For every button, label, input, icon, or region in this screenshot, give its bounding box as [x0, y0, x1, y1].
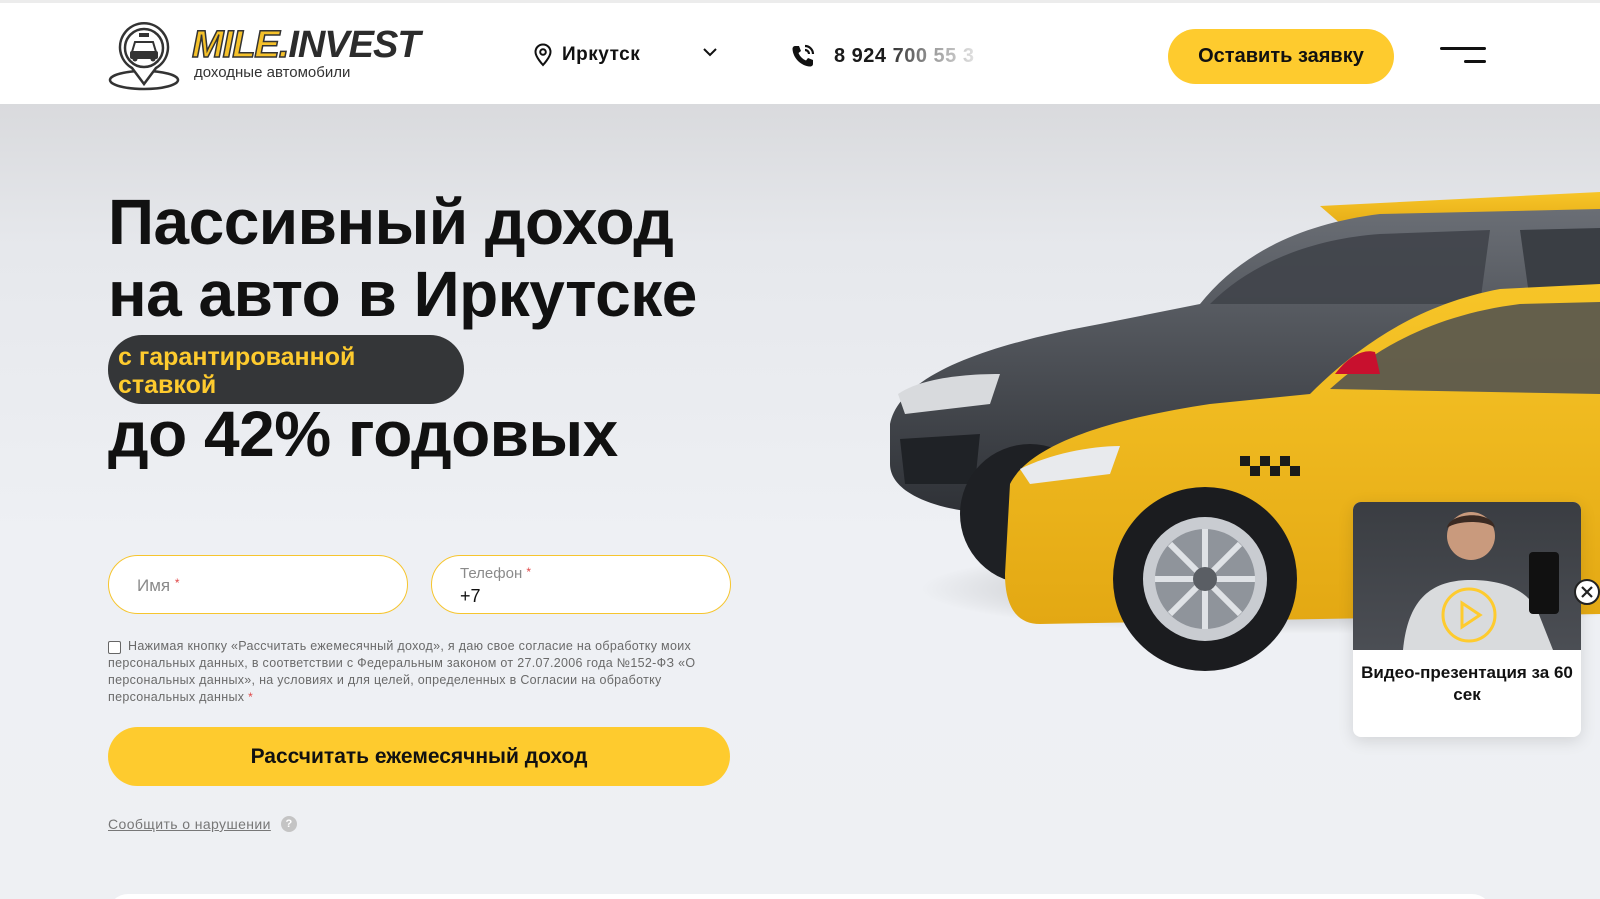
hero-title-line-1: Пассивный доход: [108, 186, 674, 258]
logo[interactable]: MILE.INVEST доходные автомобили: [108, 18, 468, 94]
video-caption: Видео-презентация за 60 сек: [1361, 663, 1573, 704]
next-section-edge: [108, 894, 1492, 899]
name-field[interactable]: Имя *: [108, 555, 408, 614]
city-selector[interactable]: Иркутск: [534, 43, 717, 67]
consent-checkbox[interactable]: [108, 641, 121, 654]
presenter-image: [1403, 512, 1559, 650]
phone-number: 8 924 700 55 3: [834, 44, 975, 67]
phone-link[interactable]: 8 924 700 55 3: [790, 43, 974, 69]
video-thumbnail: [1353, 502, 1581, 650]
help-icon[interactable]: ?: [280, 816, 297, 832]
close-icon[interactable]: [1574, 579, 1600, 605]
video-presentation-card[interactable]: Видео-презентация за 60 сек: [1353, 502, 1581, 737]
hero-title-line-2: на авто в Иркутске: [108, 258, 697, 330]
guarantee-badge: с гарантированной ставкой: [108, 335, 464, 404]
phone-field-label: Телефон *: [460, 565, 532, 582]
phone-icon: [792, 44, 815, 67]
calculate-income-button[interactable]: Рассчитать ежемесячный доход: [108, 727, 730, 786]
hero-title-line-3: до 42% годовых: [108, 398, 618, 470]
logo-wordmark: MILE.INVEST: [191, 24, 420, 66]
location-pin-icon: [534, 43, 552, 67]
phone-input[interactable]: [460, 586, 700, 607]
logo-tagline: доходные автомобили: [194, 64, 351, 81]
phone-field[interactable]: Телефон *: [431, 555, 731, 614]
taxi-logo-icon: [108, 22, 180, 91]
city-name: Иркутск: [562, 44, 641, 65]
guarantee-badge-text: с гарантированной ставкой: [118, 343, 356, 399]
site-header: MILE.INVEST доходные автомобили Иркутск …: [0, 0, 1600, 104]
report-violation-link[interactable]: Сообщить о нарушении: [108, 816, 271, 832]
consent-block: Нажимая кнопку «Рассчитать ежемесячный д…: [108, 638, 728, 706]
request-button[interactable]: Оставить заявку: [1168, 29, 1394, 84]
report-violation: Сообщить о нарушении ?: [108, 816, 297, 832]
burger-menu-icon[interactable]: [1440, 47, 1486, 65]
consent-text: Нажимая кнопку «Рассчитать ежемесячный д…: [108, 639, 696, 704]
name-placeholder: Имя *: [137, 576, 180, 595]
chevron-down-icon: [703, 48, 717, 57]
